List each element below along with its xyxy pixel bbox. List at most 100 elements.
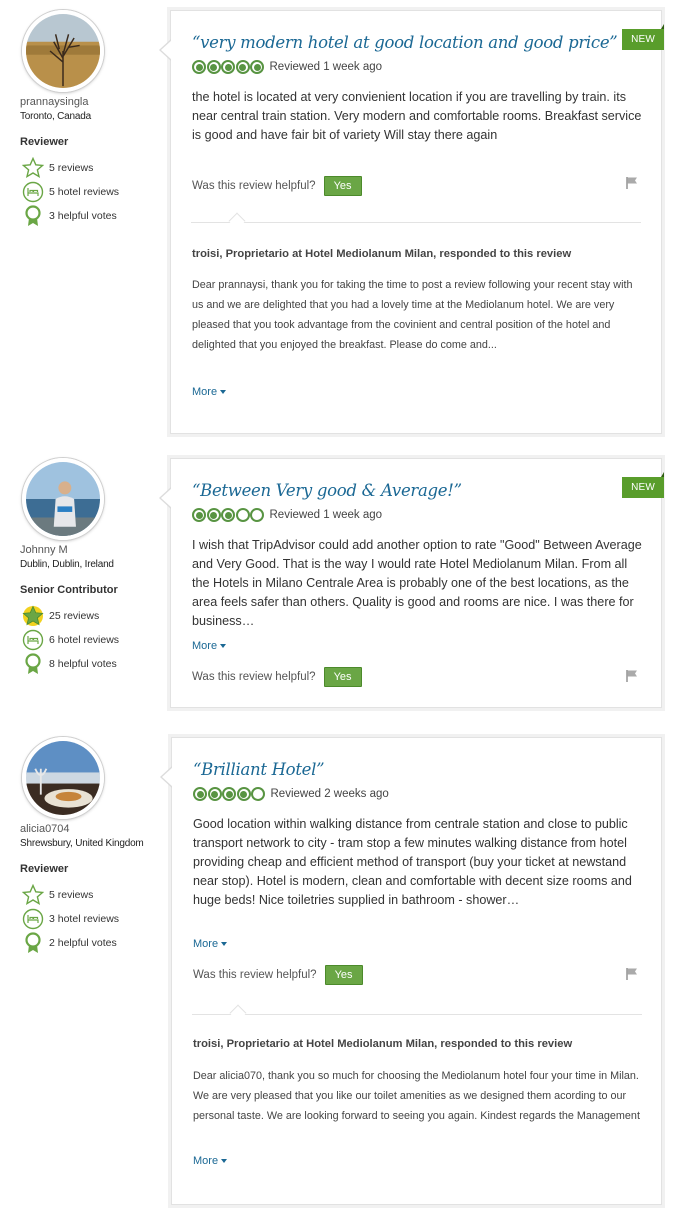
helpful-label: Was this review helpful? bbox=[192, 671, 316, 683]
report-flag-icon[interactable] bbox=[625, 669, 639, 683]
review-card: NEW “Between Very good & Average!” Revie… bbox=[159, 458, 664, 708]
contributor-level: Senior Contributor bbox=[20, 584, 118, 596]
badge-label: 5 hotel reviews bbox=[49, 186, 120, 198]
helpful-label: Was this review helpful? bbox=[193, 969, 317, 981]
review-card: NEW “very modern hotel at good location … bbox=[159, 10, 664, 434]
chevron-down-icon bbox=[221, 1159, 228, 1164]
badge-label: 3 hotel reviews bbox=[49, 913, 120, 925]
rating-bubble-filled bbox=[250, 60, 264, 74]
rating-bubbles bbox=[192, 508, 265, 522]
badge-label: 5 reviews bbox=[49, 889, 94, 901]
management-responder: troisi, Proprietario at Hotel Mediolanum… bbox=[193, 1038, 573, 1050]
helpful-yes-button[interactable]: Yes bbox=[324, 965, 363, 985]
review-body: I wish that TripAdvisor could add anothe… bbox=[192, 538, 642, 628]
ribbon-icon bbox=[22, 205, 44, 227]
review-date: Reviewed 1 week ago bbox=[269, 509, 383, 521]
response-more-link[interactable]: More bbox=[193, 1155, 228, 1167]
review-title[interactable]: “very modern hotel at good location and … bbox=[192, 33, 618, 52]
contributor-level: Reviewer bbox=[20, 136, 69, 148]
badge-label: 8 helpful votes bbox=[49, 658, 117, 670]
review-card: “Brilliant Hotel” Reviewed 2 weeks ago G… bbox=[160, 737, 662, 1205]
review-title[interactable]: “Between Very good & Average!” bbox=[192, 481, 462, 500]
review-item: Johnny M Dublin, Dublin, Ireland Senior … bbox=[0, 458, 675, 712]
badge-list: 25 reviews 6 hotel reviews 8 helpful vot… bbox=[22, 604, 119, 676]
rating-bubble-filled bbox=[222, 787, 236, 801]
helpful-prompt: Was this review helpful? Yes bbox=[193, 965, 363, 985]
rating-bubble-empty bbox=[251, 787, 265, 801]
ribbon-icon bbox=[22, 653, 44, 675]
username[interactable]: alicia0704 bbox=[20, 823, 70, 835]
management-response: Dear alicia070, thank you so much for ch… bbox=[193, 1070, 640, 1122]
rating-bubble-filled bbox=[206, 508, 221, 522]
badge-label: 3 helpful votes bbox=[49, 210, 117, 222]
rating-bubble-empty bbox=[250, 508, 264, 522]
review-title[interactable]: “Brilliant Hotel” bbox=[193, 760, 325, 779]
user-location: Dublin, Dublin, Ireland bbox=[20, 559, 114, 570]
badge-list: 5 reviews 5 hotel reviews 3 helpful vote… bbox=[22, 156, 119, 228]
chevron-down-icon bbox=[221, 942, 228, 947]
rating-bubbles bbox=[192, 60, 265, 74]
ribbon-icon bbox=[22, 932, 44, 954]
more-label: More bbox=[193, 1155, 219, 1167]
user-location: Shrewsbury, United Kingdom bbox=[20, 838, 144, 849]
rating-bubble-filled bbox=[192, 508, 206, 522]
badge-reviews[interactable]: 5 reviews bbox=[22, 156, 119, 180]
chevron-down-icon bbox=[220, 390, 227, 395]
badge-helpful-votes[interactable]: 2 helpful votes bbox=[22, 931, 119, 955]
review-body: Good location within walking distance fr… bbox=[193, 817, 632, 907]
review-more-link[interactable]: More bbox=[193, 938, 228, 950]
new-badge: NEW bbox=[622, 472, 664, 498]
more-label: More bbox=[192, 640, 218, 652]
rating-bubble-filled bbox=[235, 60, 250, 74]
badge-reviews[interactable]: 5 reviews bbox=[22, 883, 119, 907]
user-location: Toronto, Canada bbox=[20, 111, 91, 122]
review-date: Reviewed 2 weeks ago bbox=[270, 788, 389, 800]
badge-label: 25 reviews bbox=[49, 610, 100, 622]
rating-row: Reviewed 2 weeks ago bbox=[193, 787, 389, 801]
badge-hotel-reviews[interactable]: 6 hotel reviews bbox=[22, 628, 119, 652]
hotel-icon bbox=[22, 181, 44, 203]
rating-bubbles bbox=[193, 787, 266, 801]
review-item: prannaysingla Toronto, Canada Reviewer 5… bbox=[0, 10, 675, 438]
username[interactable]: Johnny M bbox=[20, 544, 68, 556]
badge-helpful-votes[interactable]: 8 helpful votes bbox=[22, 652, 119, 676]
rating-row: Reviewed 1 week ago bbox=[192, 508, 382, 522]
rating-bubble-filled bbox=[221, 60, 235, 74]
rating-bubble-empty bbox=[235, 508, 250, 522]
hotel-icon bbox=[22, 908, 44, 930]
more-label: More bbox=[192, 386, 218, 398]
star-filled-icon bbox=[22, 605, 44, 627]
badge-label: 5 reviews bbox=[49, 162, 94, 174]
review-body: the hotel is located at very convienient… bbox=[192, 90, 642, 142]
new-badge: NEW bbox=[622, 24, 664, 50]
report-flag-icon[interactable] bbox=[625, 176, 639, 190]
helpful-label: Was this review helpful? bbox=[192, 180, 316, 192]
username[interactable]: prannaysingla bbox=[20, 96, 89, 108]
star-outline-icon bbox=[22, 884, 44, 906]
rating-bubble-filled bbox=[207, 787, 222, 801]
management-responder: troisi, Proprietario at Hotel Mediolanum… bbox=[192, 248, 572, 260]
management-response: Dear prannaysi, thank you for taking the… bbox=[192, 279, 633, 351]
badge-hotel-reviews[interactable]: 3 hotel reviews bbox=[22, 907, 119, 931]
response-divider bbox=[191, 222, 641, 223]
avatar[interactable] bbox=[22, 10, 104, 92]
response-more-link[interactable]: More bbox=[192, 386, 227, 398]
badge-reviews[interactable]: 25 reviews bbox=[22, 604, 119, 628]
rating-bubble-filled bbox=[193, 787, 207, 801]
hotel-icon bbox=[22, 629, 44, 651]
avatar[interactable] bbox=[22, 458, 104, 540]
helpful-prompt: Was this review helpful? Yes bbox=[192, 176, 362, 196]
avatar[interactable] bbox=[22, 737, 104, 819]
badge-label: 6 hotel reviews bbox=[49, 634, 120, 646]
review-more-link[interactable]: More bbox=[192, 640, 227, 652]
badge-helpful-votes[interactable]: 3 helpful votes bbox=[22, 204, 119, 228]
report-flag-icon[interactable] bbox=[625, 967, 639, 981]
chevron-down-icon bbox=[220, 644, 227, 649]
rating-bubble-filled bbox=[221, 508, 235, 522]
helpful-yes-button[interactable]: Yes bbox=[323, 667, 362, 687]
rating-bubble-filled bbox=[192, 60, 206, 74]
review-date: Reviewed 1 week ago bbox=[269, 61, 383, 73]
badge-hotel-reviews[interactable]: 5 hotel reviews bbox=[22, 180, 119, 204]
helpful-yes-button[interactable]: Yes bbox=[323, 176, 362, 196]
badge-label: 2 helpful votes bbox=[49, 937, 117, 949]
